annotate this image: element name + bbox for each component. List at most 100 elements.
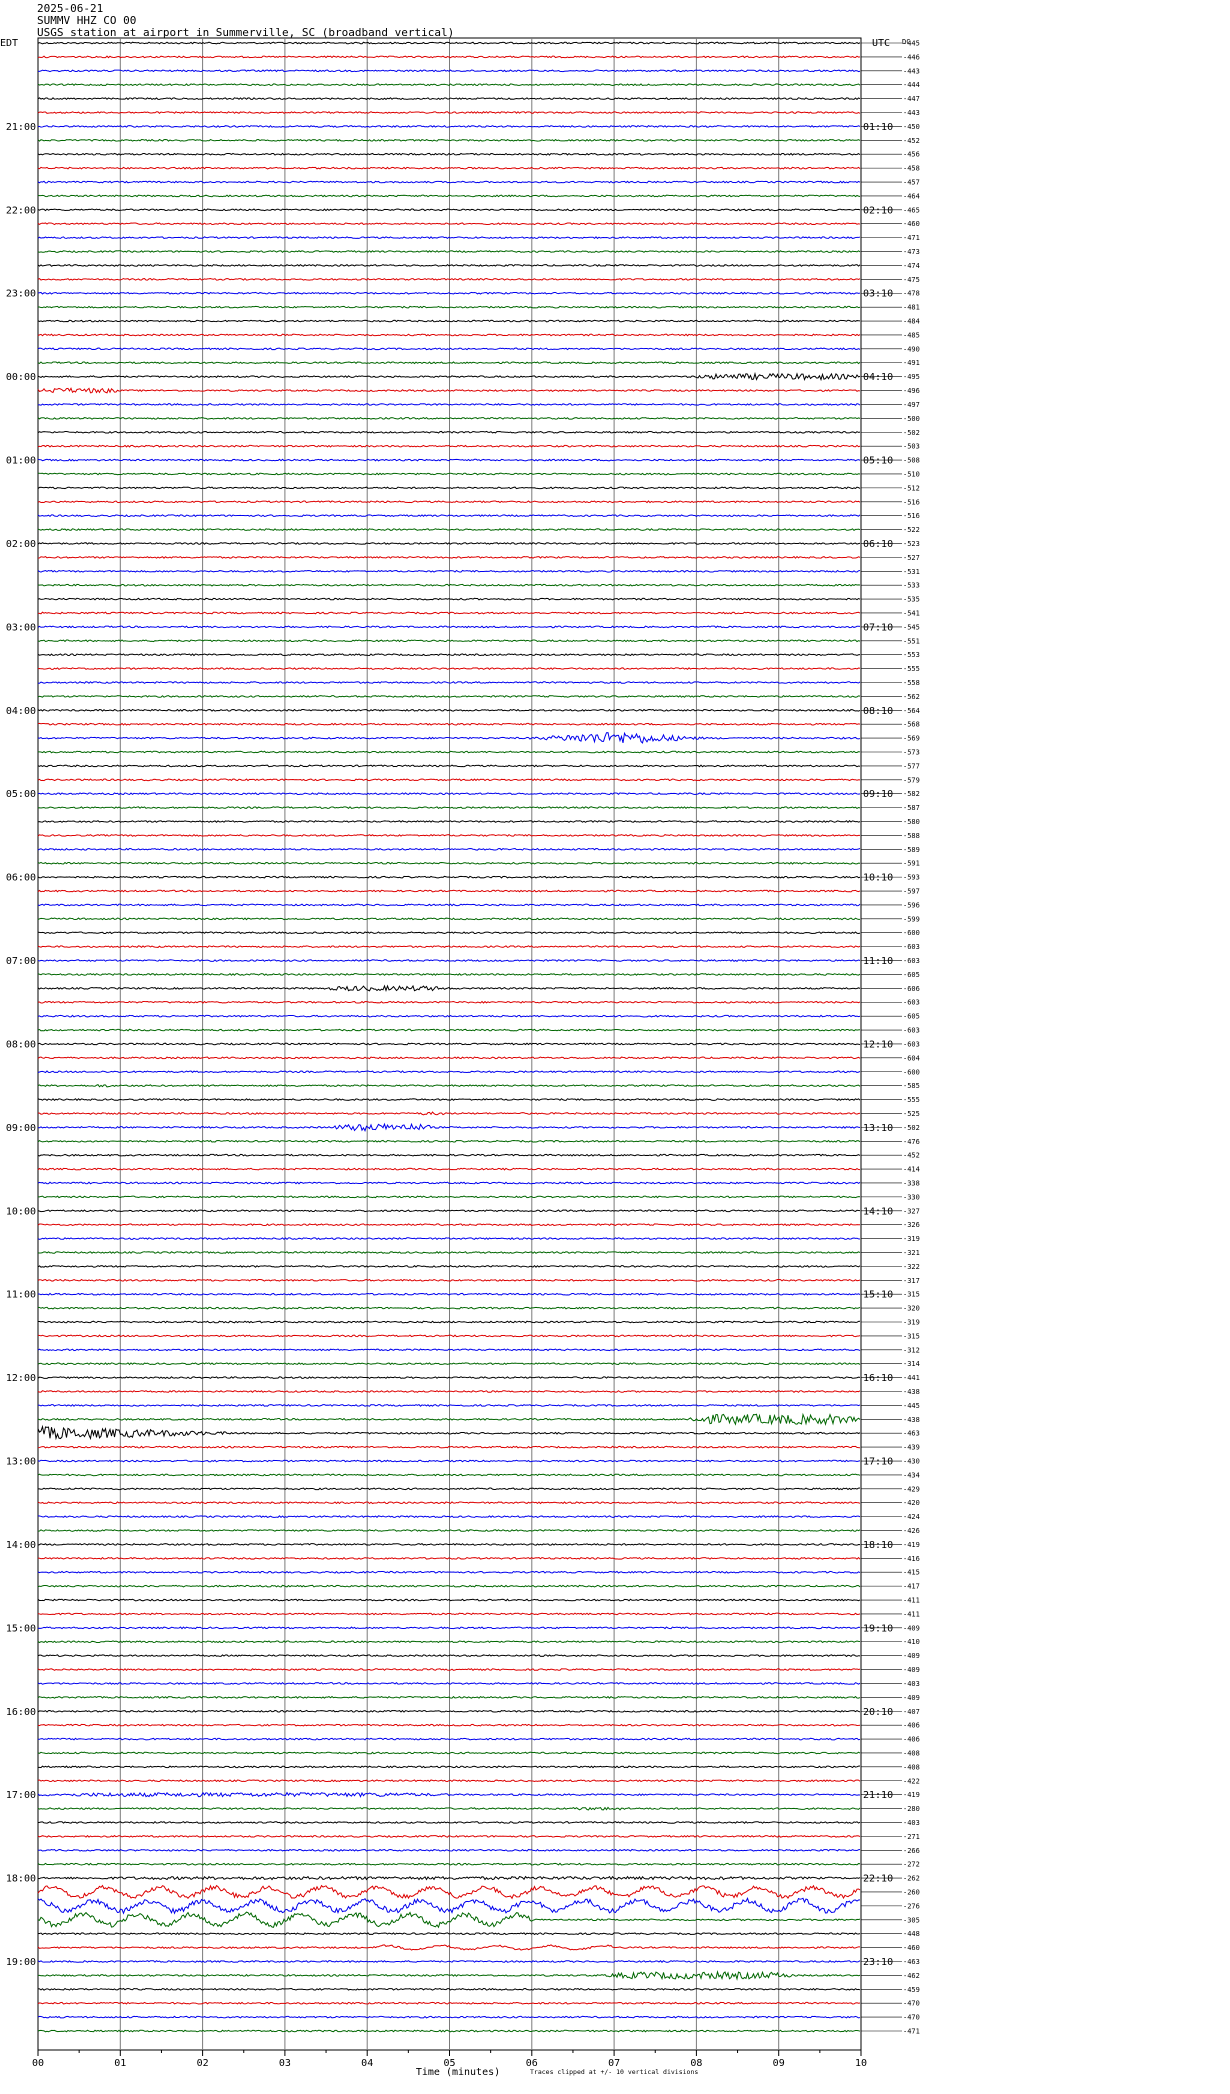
- trace-offset-label: -330: [903, 1193, 920, 1201]
- trace-offset-label: -591: [903, 860, 920, 868]
- left-hour-label: 14:00: [6, 1540, 36, 1551]
- trace-offset-label: -500: [903, 415, 920, 423]
- trace-offset-label: -438: [903, 1416, 920, 1424]
- left-hour-label: 15:00: [6, 1623, 36, 1634]
- trace-offset-label: -503: [903, 443, 920, 451]
- trace-offset-label: -409: [903, 1694, 920, 1702]
- trace-offset-label: -460: [903, 1944, 920, 1952]
- trace-offset-label: -338: [903, 1179, 920, 1187]
- trace-offset-label: -527: [903, 554, 920, 562]
- trace-offset-label: -434: [903, 1471, 920, 1479]
- left-hour-label: 19:00: [6, 1957, 36, 1968]
- trace-offset-label: -266: [903, 1847, 920, 1855]
- left-hour-label: 18:00: [6, 1874, 36, 1885]
- trace-offset-label: -476: [903, 1138, 920, 1146]
- trace-offset-label: -408: [903, 1763, 920, 1771]
- trace-offset-label: -443: [903, 67, 920, 75]
- trace-offset-label: -429: [903, 1485, 920, 1493]
- right-hour-label: 04:10: [863, 372, 893, 383]
- trace-offset-label: -496: [903, 387, 920, 395]
- x-tick-label: 02: [197, 2058, 209, 2069]
- trace-offset-label: -407: [903, 1708, 920, 1716]
- left-hour-label: 16:00: [6, 1707, 36, 1718]
- x-tick-label: 01: [114, 2058, 126, 2069]
- trace-offset-label: -409: [903, 1652, 920, 1660]
- trace-offset-label: -452: [903, 1152, 920, 1160]
- trace-offset-label: -419: [903, 1541, 920, 1549]
- trace-offset-label: -459: [903, 1986, 920, 1994]
- trace-offset-label: -463: [903, 1958, 920, 1966]
- trace-offset-label: -276: [903, 1902, 920, 1910]
- trace-offset-label: -551: [903, 637, 920, 645]
- x-tick-label: 10: [855, 2058, 867, 2069]
- left-hour-label: 22:00: [6, 205, 36, 216]
- trace-offset-label: -573: [903, 749, 920, 757]
- trace-offset-label: -522: [903, 526, 920, 534]
- right-hour-label: 21:10: [863, 1790, 893, 1801]
- trace-offset-label: -568: [903, 721, 920, 729]
- trace-offset-label: -553: [903, 651, 920, 659]
- trace-offset-label: -452: [903, 137, 920, 145]
- trace-offset-label: -420: [903, 1499, 920, 1507]
- trace-offset-label: -414: [903, 1166, 920, 1174]
- right-hour-label: 19:10: [863, 1623, 893, 1634]
- trace-offset-label: -271: [903, 1833, 920, 1841]
- trace-offset-label: -599: [903, 915, 920, 923]
- trace-offset-label: -541: [903, 609, 920, 617]
- left-hour-label: 12:00: [6, 1373, 36, 1384]
- trace-offset-label: -410: [903, 1638, 920, 1646]
- trace-offset-label: -406: [903, 1722, 920, 1730]
- trace-offset-label: -605: [903, 1013, 920, 1021]
- right-hour-label: 02:10: [863, 205, 893, 216]
- left-hour-label: 10:00: [6, 1206, 36, 1217]
- right-hour-label: 10:10: [863, 873, 893, 884]
- trace-offset-label: -535: [903, 596, 920, 604]
- right-hour-label: 01:10: [863, 122, 893, 133]
- right-hour-label: 08:10: [863, 706, 893, 717]
- trace-offset-label: -312: [903, 1346, 920, 1354]
- trace-offset-label: -484: [903, 318, 920, 326]
- left-hour-label: 17:00: [6, 1790, 36, 1801]
- trace-offset-label: -600: [903, 1068, 920, 1076]
- trace-offset-label: -447: [903, 95, 920, 103]
- trace-offset-label: -605: [903, 971, 920, 979]
- trace-offset-label: -319: [903, 1235, 920, 1243]
- right-hour-label: 12:10: [863, 1039, 893, 1050]
- trace-offset-label: -319: [903, 1318, 920, 1326]
- trace-offset-label: -416: [903, 1555, 920, 1563]
- trace-offset-label: -471: [903, 2028, 920, 2036]
- right-hour-label: 09:10: [863, 789, 893, 800]
- trace-offset-label: -555: [903, 665, 920, 673]
- left-hour-label: 04:00: [6, 706, 36, 717]
- trace-offset-label: -305: [903, 1916, 920, 1924]
- trace-offset-label: -589: [903, 846, 920, 854]
- trace-offset-label: -403: [903, 1680, 920, 1688]
- left-hour-label: 11:00: [6, 1290, 36, 1301]
- trace-offset-label: -603: [903, 943, 920, 951]
- trace-offset-label: -473: [903, 248, 920, 256]
- trace-offset-label: -448: [903, 1930, 920, 1938]
- trace-offset-label: -280: [903, 1805, 920, 1813]
- trace-offset-label: -582: [903, 790, 920, 798]
- trace-offset-label: -315: [903, 1291, 920, 1299]
- trace-offset-label: -577: [903, 762, 920, 770]
- trace-offset-label: -580: [903, 818, 920, 826]
- trace-offset-label: -603: [903, 999, 920, 1007]
- right-hour-label: 15:10: [863, 1290, 893, 1301]
- trace-offset-label: -315: [903, 1332, 920, 1340]
- trace-offset-label: -262: [903, 1875, 920, 1883]
- right-hour-label: 16:10: [863, 1373, 893, 1384]
- right-hour-label: 05:10: [863, 456, 893, 467]
- trace-offset-label: -562: [903, 693, 920, 701]
- trace-offset-label: -545: [903, 623, 920, 631]
- trace-offset-label: -491: [903, 359, 920, 367]
- trace-offset-label: -411: [903, 1597, 920, 1605]
- trace-offset-label: -446: [903, 53, 920, 61]
- right-hour-label: 06:10: [863, 539, 893, 550]
- trace-offset-label: -490: [903, 345, 920, 353]
- trace-offset-label: -458: [903, 165, 920, 173]
- trace-offset-label: -533: [903, 582, 920, 590]
- trace-offset-label: -460: [903, 220, 920, 228]
- trace-offset-label: -579: [903, 776, 920, 784]
- left-hour-label: 07:00: [6, 956, 36, 967]
